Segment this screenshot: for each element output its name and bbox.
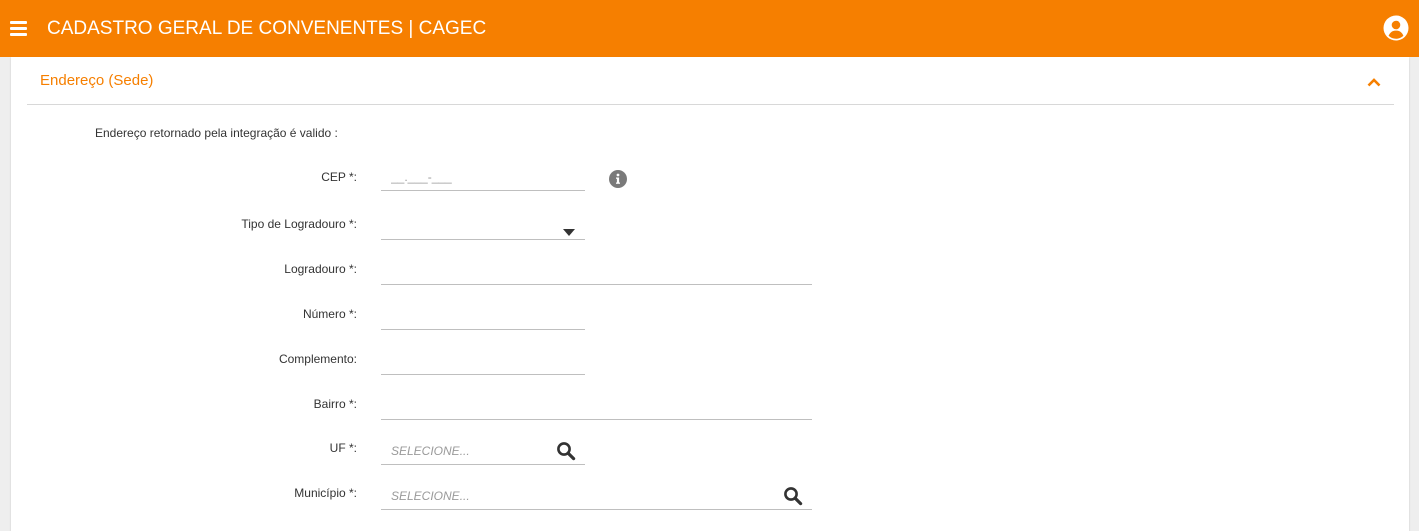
panel-title[interactable]: Endereço (Sede) [40,72,153,90]
municipio-label: Município *: [294,486,357,500]
bairro-input[interactable] [381,392,812,419]
logradouro-label: Logradouro *: [284,262,357,276]
uf-label: UF *: [329,441,357,455]
address-valid-label: Endereço retornado pela integração é val… [95,126,338,140]
bairro-field [381,392,812,420]
hamburger-menu-icon[interactable] [10,21,27,36]
complemento-input[interactable] [381,347,585,374]
tipo-logradouro-label: Tipo de Logradouro *: [241,217,357,231]
numero-field [381,302,585,330]
cep-label: CEP *: [321,170,357,184]
numero-label: Número *: [302,307,357,321]
user-account-icon[interactable] [1383,15,1409,41]
top-app-bar: CADASTRO GERAL DE CONVENENTES | CAGEC [0,0,1419,57]
municipio-input[interactable] [381,482,812,509]
address-panel: Endereço (Sede) Endereço retornado pela … [11,57,1409,531]
logradouro-field [381,257,812,285]
bairro-label: Bairro *: [313,397,357,411]
cep-input[interactable] [381,163,585,190]
app-title: CADASTRO GERAL DE CONVENENTES | CAGEC [47,18,487,39]
uf-input[interactable] [381,437,585,464]
search-icon[interactable] [783,486,803,506]
complemento-label: Complemento: [278,352,357,366]
info-circle-icon[interactable] [609,170,627,188]
panel-divider [27,104,1394,105]
municipio-field [381,482,812,510]
cep-field [381,163,585,191]
numero-input[interactable] [381,302,585,329]
uf-field [381,437,585,465]
caret-down-icon[interactable] [563,223,575,236]
logradouro-input[interactable] [381,257,812,284]
complemento-field [381,347,585,375]
chevron-up-icon[interactable] [1367,74,1381,87]
tipo-logradouro-input[interactable] [381,212,585,239]
tipo-logradouro-select[interactable] [381,212,585,240]
search-icon[interactable] [556,441,576,461]
